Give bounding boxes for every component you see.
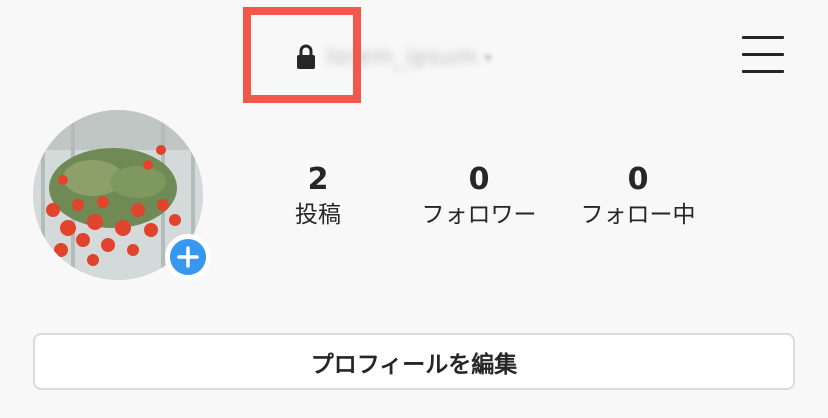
following-label: フォロー中 [580, 202, 696, 228]
followers-label: フォロワー [421, 202, 537, 228]
chevron-down-icon: ▾ [484, 47, 493, 67]
following-count: 0 [627, 162, 649, 197]
followers-count: 0 [468, 162, 490, 197]
plus-icon [177, 246, 199, 268]
profile-avatar-container[interactable] [33, 110, 211, 280]
edit-profile-button[interactable]: プロフィールを編集 [33, 333, 795, 390]
profile-header: lorem_ipsum ▾ [0, 0, 828, 110]
stat-posts[interactable]: 2 投稿 [278, 162, 358, 232]
hamburger-menu-icon [742, 36, 784, 39]
add-story-button[interactable] [165, 234, 211, 280]
posts-label: 投稿 [295, 202, 341, 228]
menu-button[interactable] [742, 36, 784, 74]
annotation-highlight-box [243, 7, 361, 103]
posts-count: 2 [307, 162, 329, 197]
stat-following[interactable]: 0 フォロー中 [568, 162, 708, 232]
stat-followers[interactable]: 0 フォロワー [410, 162, 548, 232]
